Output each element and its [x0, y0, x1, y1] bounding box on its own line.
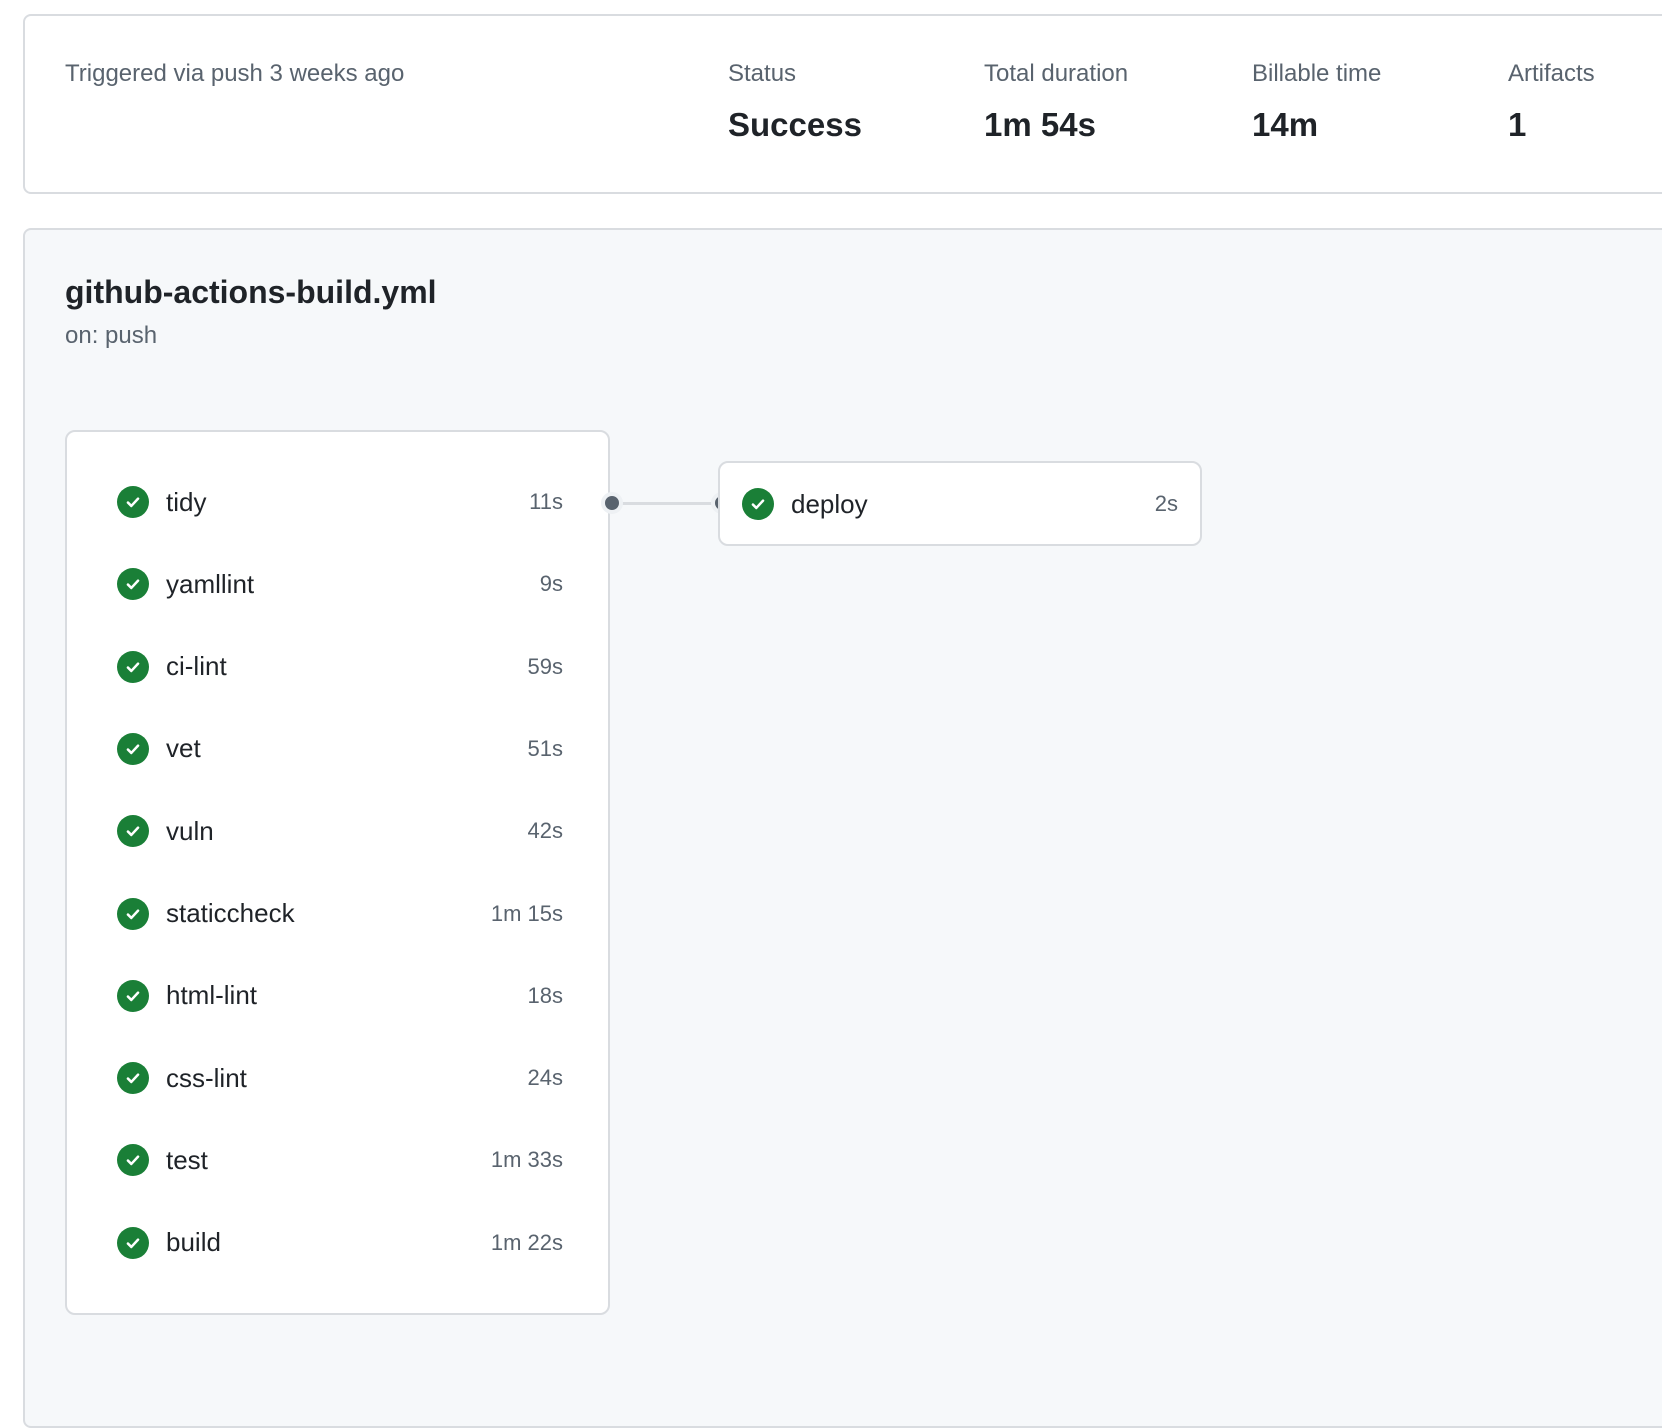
stat-label: Billable time: [1252, 60, 1382, 87]
job-name: css-lint: [166, 1062, 247, 1093]
check-circle-icon: [117, 979, 149, 1012]
job-name: build: [166, 1227, 221, 1258]
check-circle-icon: [117, 568, 149, 601]
stat-label: Status: [728, 60, 797, 87]
stat-status: Status Success: [728, 60, 862, 144]
check-circle-icon: [117, 1062, 149, 1095]
stat-artifacts[interactable]: Artifacts 1: [1508, 60, 1595, 144]
billable-time-value: 14m: [1252, 106, 1319, 143]
stat-label: Artifacts: [1508, 60, 1595, 87]
stat-total-duration: Total duration 1m 54s: [984, 60, 1128, 144]
job-html-lint[interactable]: html-lint 18s: [117, 971, 563, 1021]
job-vuln[interactable]: vuln 42s: [117, 806, 563, 856]
job-name: yamllint: [166, 568, 255, 599]
check-circle-icon: [117, 815, 149, 848]
workflow-trigger: on: push: [65, 322, 158, 349]
total-duration-value: 1m 54s: [984, 106, 1096, 143]
job-vet[interactable]: vet 51s: [117, 724, 563, 774]
job-name: ci-lint: [166, 651, 227, 682]
job-duration: 51s: [527, 735, 563, 761]
job-name: vuln: [166, 815, 214, 846]
job-yamllint[interactable]: yamllint 9s: [117, 559, 563, 609]
job-name: vet: [166, 733, 201, 764]
check-circle-icon: [117, 897, 149, 930]
deploy-job-card: deploy 2s: [718, 461, 1202, 546]
job-duration: 18s: [527, 982, 563, 1008]
check-circle-icon: [742, 488, 774, 520]
job-duration: 9s: [539, 571, 563, 597]
workflow-file-name: github-actions-build.yml: [65, 274, 437, 310]
job-connector-line: [617, 502, 717, 505]
job-duration: 59s: [527, 653, 563, 679]
job-staticcheck[interactable]: staticcheck 1m 15s: [117, 889, 563, 939]
run-summary-card: Triggered via push 3 weeks ago Status Su…: [23, 14, 1662, 194]
job-name: tidy: [166, 486, 207, 517]
trigger-info: Triggered via push 3 weeks ago: [65, 60, 405, 87]
check-circle-icon: [117, 650, 149, 683]
job-css-lint[interactable]: css-lint 24s: [117, 1053, 563, 1103]
job-test[interactable]: test 1m 33s: [117, 1135, 563, 1185]
job-build[interactable]: build 1m 22s: [117, 1218, 563, 1268]
check-circle-icon: [117, 1226, 149, 1259]
stat-label: Total duration: [984, 60, 1129, 87]
artifacts-count-link[interactable]: 1: [1508, 106, 1595, 144]
job-duration: 42s: [527, 818, 563, 844]
job-deploy[interactable]: deploy 2s: [742, 479, 1178, 529]
job-duration: 2s: [1154, 491, 1178, 516]
job-duration: 24s: [527, 1065, 563, 1091]
jobs-group: tidy 11s yamllint 9s ci-lint 59s vet 51s vuln 42s…: [65, 430, 610, 1315]
stat-billable-time: Billable time 14m: [1252, 60, 1381, 144]
job-name: html-lint: [166, 980, 258, 1011]
job-duration: 1m 15s: [490, 900, 563, 926]
job-duration: 11s: [529, 489, 563, 514]
job-name: test: [166, 1144, 208, 1175]
job-ci-lint[interactable]: ci-lint 59s: [117, 642, 563, 692]
job-duration: 1m 22s: [490, 1229, 563, 1255]
check-circle-icon: [117, 486, 149, 518]
check-circle-icon: [117, 732, 149, 765]
status-value: Success: [728, 106, 862, 143]
check-circle-icon: [117, 1144, 149, 1177]
workflow-graph-panel: github-actions-build.yml on: push tidy 11…: [23, 228, 1662, 1428]
job-duration: 1m 33s: [490, 1147, 563, 1173]
connector-dot-icon: [601, 492, 623, 514]
job-name: staticcheck: [166, 898, 295, 928]
job-name: deploy: [791, 488, 868, 519]
job-tidy[interactable]: tidy 11s: [117, 477, 563, 527]
